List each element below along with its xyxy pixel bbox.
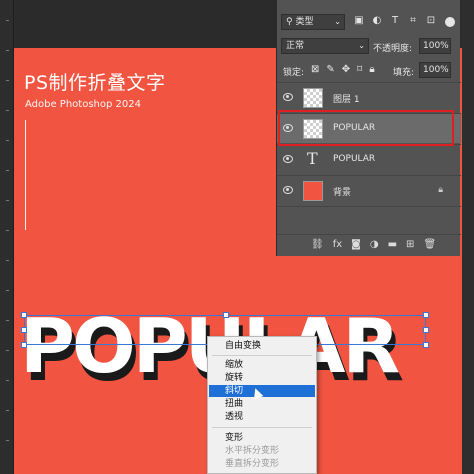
new-layer-icon[interactable]: ⊞: [406, 239, 414, 250]
lock-transparent-icon[interactable]: ⊠: [311, 64, 319, 75]
transform-handle-mr[interactable]: [423, 327, 429, 333]
transform-context-menu: 自由变换 缩放 旋转 斜切 扭曲 透视 变形 水平拆分变形 垂直拆分变形: [207, 336, 317, 474]
layer-name: POPULAR: [333, 154, 376, 164]
lock-position-icon[interactable]: ✥: [342, 64, 350, 75]
layer-thumbnail: [303, 181, 323, 201]
opacity-label: 不透明度:: [373, 44, 413, 54]
blend-mode-select[interactable]: 正常 ⌄: [281, 38, 369, 54]
chevron-down-icon: ⌄: [358, 41, 365, 50]
menu-item-horizontal-split-warp: 水平拆分变形: [225, 446, 280, 456]
lock-icon: 🔒︎: [438, 185, 443, 195]
text-layer-icon: T: [307, 149, 318, 168]
transform-handle-tm[interactable]: [223, 312, 229, 318]
layer-row[interactable]: T POPULAR: [277, 144, 461, 174]
lock-row: 锁定: ⊠ ✎ ✥ ⌑ 🔒︎ 填充: 100%: [277, 60, 461, 80]
workspace: PS制作折叠文字 Adobe Photoshop 2024 POPULAR PO…: [0, 0, 474, 474]
layer-row[interactable]: 背景 🔒︎: [277, 175, 461, 205]
eye-icon[interactable]: [283, 186, 293, 194]
eye-icon[interactable]: [283, 93, 293, 101]
fill-label: 填充:: [393, 68, 415, 78]
right-scroll-edge[interactable]: [462, 0, 474, 474]
canvas-subtitle: Adobe Photoshop 2024: [25, 99, 141, 110]
decorative-line: [25, 120, 26, 230]
menu-item-distort[interactable]: 扭曲: [209, 398, 315, 410]
menu-item-free-transform[interactable]: 自由变换: [209, 340, 315, 352]
menu-separator: [212, 355, 312, 356]
layer-filter-select[interactable]: ⚲ 类型 ⌄: [281, 14, 345, 30]
adjustment-filter-icon[interactable]: ◐: [371, 15, 383, 27]
lock-image-icon[interactable]: ✎: [326, 64, 334, 75]
mask-icon[interactable]: ◙: [351, 239, 361, 250]
layer-name: 背景: [333, 188, 352, 198]
smart-object-filter-icon[interactable]: ⊡: [425, 15, 437, 27]
layers-panel: ⚲ 类型⌄ ▣ ◐ T ⌗ ⊡ 正常⌄ 不透明度: 100% 锁定: ⊠ ✎: [276, 0, 461, 256]
menu-separator: [212, 427, 312, 428]
transform-handle-tr[interactable]: [423, 312, 429, 318]
layers-empty-area: [277, 206, 461, 234]
layers-bottom-bar: ⛓ fx ◙ ◑ ▬ ⊞ 🗑︎: [277, 234, 461, 254]
layer-row[interactable]: 图层 1: [277, 82, 461, 112]
link-icon[interactable]: ⛓: [311, 239, 324, 250]
menu-item-warp[interactable]: 变形: [209, 432, 315, 444]
layer-thumbnail: [303, 88, 323, 108]
transform-handle-bl[interactable]: [21, 342, 27, 348]
layer-filter-row: ⚲ 类型 ⌄ ▣ ◐ T ⌗ ⊡: [277, 12, 461, 32]
folder-icon[interactable]: ▬: [388, 239, 397, 250]
transform-handle-ml[interactable]: [21, 327, 27, 333]
blend-row: 正常 ⌄ 不透明度: 100%: [277, 36, 461, 56]
shape-filter-icon[interactable]: ⌗: [407, 15, 419, 27]
lock-all-icon[interactable]: 🔒︎: [369, 64, 374, 75]
menu-item-vertical-split-warp: 垂直拆分变形: [225, 459, 280, 469]
lock-label: 锁定:: [283, 68, 305, 78]
menu-item-scale[interactable]: 缩放: [209, 359, 315, 371]
fill-field[interactable]: 100%: [419, 62, 451, 78]
blend-mode-value: 正常: [286, 41, 305, 51]
fx-icon[interactable]: fx: [333, 239, 342, 250]
image-filter-icon[interactable]: ▣: [353, 15, 365, 27]
layer-name: 图层 1: [333, 95, 360, 105]
type-filter-icon[interactable]: T: [389, 15, 401, 27]
filter-toggle-switch[interactable]: [445, 17, 455, 27]
menu-item-perspective[interactable]: 透视: [209, 411, 315, 423]
menu-item-rotate[interactable]: 旋转: [209, 372, 315, 384]
adjustment-icon[interactable]: ◑: [370, 239, 379, 250]
eye-icon[interactable]: [283, 155, 293, 163]
opacity-field[interactable]: 100%: [419, 38, 451, 54]
transform-handle-tl[interactable]: [21, 312, 27, 318]
transform-handle-br[interactable]: [423, 342, 429, 348]
canvas-title: PS制作折叠文字: [24, 72, 166, 94]
filter-label: 类型: [295, 17, 314, 27]
selection-highlight-box: [278, 110, 454, 146]
left-ruler-strip: [0, 0, 14, 474]
chevron-down-icon: ⌄: [334, 17, 341, 26]
trash-icon[interactable]: 🗑︎: [423, 239, 436, 250]
lock-artboard-icon[interactable]: ⌑: [357, 64, 362, 75]
